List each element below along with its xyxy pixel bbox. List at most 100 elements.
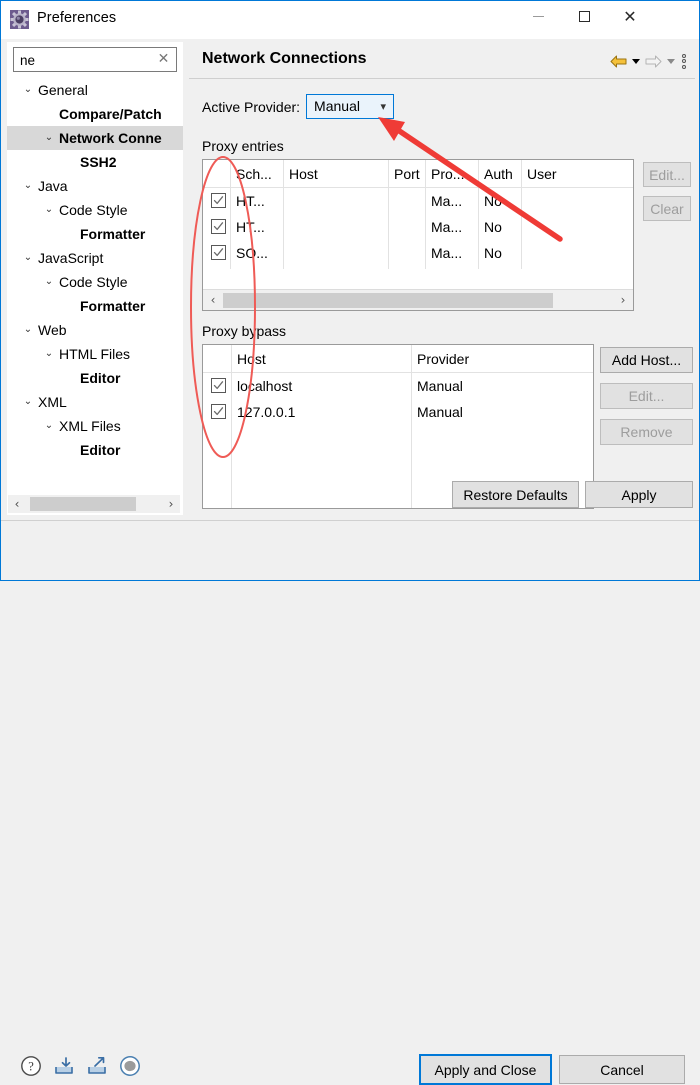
- chevron-down-icon[interactable]: ⌄: [21, 390, 35, 414]
- header-divider: [189, 78, 695, 79]
- sidebar-horizontal-scrollbar[interactable]: ‹ ›: [8, 495, 180, 513]
- row-checkbox[interactable]: [211, 404, 226, 419]
- sidebar-item-network-conne[interactable]: ⌄Network Conne: [7, 126, 183, 150]
- bypass-edit-button: Edit...: [600, 383, 693, 409]
- minimize-button[interactable]: [515, 1, 561, 32]
- scroll-track[interactable]: [26, 495, 162, 513]
- row-checkbox[interactable]: [211, 219, 226, 234]
- proxy-entries-table[interactable]: Sch...HostPortPro...AuthUserPasHT...Ma..…: [202, 159, 634, 311]
- sidebar-item-editor[interactable]: Editor: [7, 366, 183, 390]
- filter-search-box[interactable]: ✕: [13, 47, 177, 72]
- sidebar-item-code-style[interactable]: ⌄Code Style: [7, 198, 183, 222]
- close-button[interactable]: ✕: [607, 1, 653, 32]
- sidebar-item-label: Editor: [80, 366, 120, 390]
- row-checkbox[interactable]: [211, 378, 226, 393]
- scroll-left-icon[interactable]: ‹: [203, 290, 223, 310]
- sidebar-item-web[interactable]: ⌄Web: [7, 318, 183, 342]
- sidebar-item-java[interactable]: ⌄Java: [7, 174, 183, 198]
- sidebar-item-formatter[interactable]: Formatter: [7, 294, 183, 318]
- sidebar-item-label: General: [38, 78, 88, 102]
- sidebar-item-html-files[interactable]: ⌄HTML Files: [7, 342, 183, 366]
- sidebar-item-ssh2[interactable]: SSH2: [7, 150, 183, 174]
- scroll-thumb[interactable]: [30, 497, 136, 511]
- column-header-host: Host: [283, 160, 388, 187]
- add-host-button[interactable]: Add Host...: [600, 347, 693, 373]
- scroll-right-icon[interactable]: ›: [162, 495, 180, 513]
- chevron-down-icon[interactable]: ⌄: [42, 414, 56, 438]
- table-row[interactable]: 127.0.0.1Manual: [203, 399, 593, 425]
- cell-host: 127.0.0.1: [231, 399, 411, 425]
- table-row[interactable]: HT...Ma...No: [203, 214, 633, 240]
- sidebar-item-xml[interactable]: ⌄XML: [7, 390, 183, 414]
- sidebar-item-label: HTML Files: [59, 342, 130, 366]
- search-input[interactable]: [18, 50, 152, 71]
- table-horizontal-scrollbar[interactable]: ‹›: [203, 289, 633, 310]
- cell-provider: Ma...: [425, 240, 478, 266]
- preferences-page: Network Connections: [189, 42, 695, 515]
- sidebar-item-formatter[interactable]: Formatter: [7, 222, 183, 246]
- preferences-dialog: Preferences ✕ ✕ ⌄GeneralCompare/Patch⌄Ne…: [0, 0, 700, 581]
- chevron-down-icon[interactable]: ⌄: [21, 318, 35, 342]
- sidebar-item-editor[interactable]: Editor: [7, 438, 183, 462]
- forward-history-dropdown-icon[interactable]: [664, 51, 677, 71]
- preferences-tree[interactable]: ⌄GeneralCompare/Patch⌄Network ConneSSH2⌄…: [7, 78, 183, 478]
- sidebar-item-xml-files[interactable]: ⌄XML Files: [7, 414, 183, 438]
- clear-search-icon[interactable]: ✕: [156, 51, 171, 66]
- page-nav-toolbar: [607, 51, 691, 71]
- table-row[interactable]: SO... Ma...No: [203, 240, 633, 266]
- cell-port: [388, 188, 425, 214]
- chevron-down-icon[interactable]: ⌄: [21, 174, 35, 198]
- cell-port: [388, 214, 425, 240]
- scroll-right-icon[interactable]: ›: [613, 290, 633, 310]
- svg-text:?: ?: [28, 1060, 34, 1074]
- back-arrow-icon[interactable]: [607, 51, 629, 71]
- sidebar-item-label: JavaScript: [38, 246, 103, 270]
- sidebar-item-compare-patch[interactable]: Compare/Patch: [7, 102, 183, 126]
- chevron-down-icon[interactable]: ⌄: [42, 270, 56, 294]
- table-empty-row: [203, 425, 593, 451]
- help-icon[interactable]: ?: [19, 1054, 43, 1078]
- sidebar-item-label: Editor: [80, 438, 120, 462]
- chevron-down-icon[interactable]: ⌄: [21, 246, 35, 270]
- column-header-user: User: [521, 160, 634, 187]
- kebab-menu-icon[interactable]: [677, 51, 691, 71]
- table-row[interactable]: localhostManual: [203, 373, 593, 399]
- restore-defaults-button[interactable]: Restore Defaults: [452, 481, 579, 508]
- apply-and-close-button[interactable]: Apply and Close: [419, 1054, 552, 1085]
- title-bar: Preferences ✕: [1, 1, 699, 39]
- column-header-auth: Auth: [478, 160, 521, 187]
- page-title: Network Connections: [202, 50, 366, 68]
- export-icon[interactable]: [85, 1054, 109, 1078]
- bypass-remove-button: Remove: [600, 419, 693, 445]
- chevron-down-icon[interactable]: ⌄: [42, 126, 56, 150]
- proxy-bypass-label: Proxy bypass: [202, 323, 286, 339]
- cell-auth: No: [478, 240, 521, 266]
- maximize-button[interactable]: [561, 1, 607, 32]
- row-checkbox[interactable]: [211, 193, 226, 208]
- toggle-icon[interactable]: [118, 1054, 142, 1078]
- sidebar-item-javascript[interactable]: ⌄JavaScript: [7, 246, 183, 270]
- sidebar-item-code-style[interactable]: ⌄Code Style: [7, 270, 183, 294]
- import-icon[interactable]: [52, 1054, 76, 1078]
- scroll-thumb[interactable]: [223, 293, 553, 308]
- column-divider: [411, 345, 412, 508]
- cell-scheme: SO...: [230, 240, 283, 266]
- chevron-down-icon[interactable]: ⌄: [42, 342, 56, 366]
- scroll-left-icon[interactable]: ‹: [8, 495, 26, 513]
- sidebar-item-general[interactable]: ⌄General: [7, 78, 183, 102]
- apply-button[interactable]: Apply: [585, 481, 693, 508]
- cell-provider: Manual: [411, 399, 593, 425]
- active-provider-value: Manual: [314, 98, 360, 114]
- sidebar-item-label: Network Conne: [59, 126, 162, 150]
- maximize-icon: [579, 11, 590, 22]
- back-history-dropdown-icon[interactable]: [629, 51, 642, 71]
- table-row[interactable]: HT...Ma...No: [203, 188, 633, 214]
- cancel-button[interactable]: Cancel: [559, 1055, 685, 1084]
- row-checkbox[interactable]: [211, 245, 226, 260]
- active-provider-select[interactable]: Manual ▾: [306, 94, 394, 119]
- forward-arrow-icon[interactable]: [642, 51, 664, 71]
- scroll-track[interactable]: [223, 290, 613, 311]
- column-header-pro: Pro...: [425, 160, 478, 187]
- chevron-down-icon[interactable]: ⌄: [42, 198, 56, 222]
- chevron-down-icon[interactable]: ⌄: [21, 78, 35, 102]
